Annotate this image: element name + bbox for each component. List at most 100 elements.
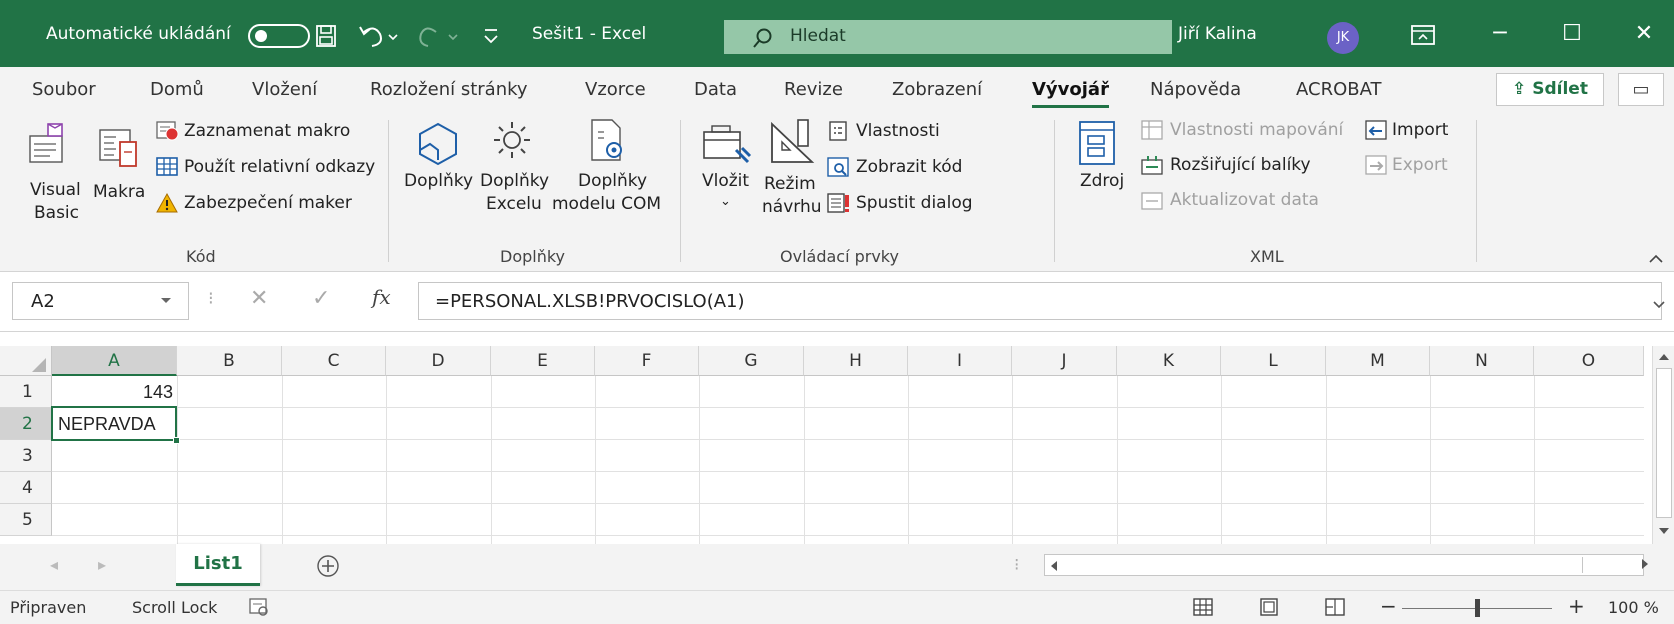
map-properties-icon [1141, 120, 1163, 140]
excel-addins-label-1[interactable]: Doplňky [480, 171, 549, 191]
record-macro-icon [156, 121, 179, 141]
scroll-down-icon[interactable] [1658, 526, 1670, 536]
name-box-dropdown-icon[interactable] [160, 296, 172, 306]
select-all-button[interactable] [0, 346, 52, 376]
zoom-slider-thumb[interactable] [1475, 599, 1480, 617]
column-header[interactable]: I [908, 346, 1012, 376]
column-header[interactable]: C [282, 346, 386, 376]
macros-button[interactable]: Makra [93, 182, 145, 202]
com-addins-label-1[interactable]: Doplňky [578, 171, 647, 191]
expand-formula-bar-icon[interactable] [1652, 300, 1666, 310]
zoom-out-button[interactable]: − [1380, 594, 1397, 618]
tab-view[interactable]: Zobrazení [892, 79, 982, 100]
row-header[interactable]: 1 [0, 376, 52, 408]
search-placeholder: Hledat [790, 26, 846, 46]
tab-developer[interactable]: Vývojář [1032, 79, 1109, 108]
column-header[interactable]: N [1430, 346, 1534, 376]
chevron-down-icon[interactable]: ⌄ [720, 194, 731, 209]
avatar[interactable]: JK [1327, 22, 1359, 54]
close-button[interactable]: ✕ [1624, 17, 1664, 51]
status-bar: Připraven Scroll Lock − + 100 % [0, 590, 1674, 624]
row-header[interactable]: 5 [0, 504, 52, 536]
customize-toolbar-icon[interactable] [482, 26, 500, 46]
com-addins-label-2[interactable]: modelu COM [552, 194, 661, 214]
properties-button[interactable]: Vlastnosti [856, 121, 940, 141]
page-break-view-icon[interactable] [1324, 597, 1346, 617]
visual-basic-label-2[interactable]: Basic [34, 203, 79, 223]
excel-addins-label-2[interactable]: Excelu [486, 194, 542, 214]
tab-help[interactable]: Nápověda [1150, 79, 1241, 100]
insert-controls-button[interactable]: Vložit [702, 171, 749, 191]
row-header[interactable]: 4 [0, 472, 52, 504]
column-header[interactable]: E [491, 346, 595, 376]
minimize-button[interactable]: ─ [1480, 17, 1520, 51]
horizontal-scrollbar[interactable] [1044, 554, 1644, 576]
next-sheet-icon[interactable]: ▸ [98, 555, 106, 574]
addins-button[interactable]: Doplňky [404, 171, 473, 191]
column-header[interactable]: B [177, 346, 282, 376]
tab-home[interactable]: Domů [150, 79, 204, 100]
cancel-icon[interactable]: ✕ [250, 286, 268, 311]
tab-review[interactable]: Revize [784, 79, 843, 100]
design-mode-label-1[interactable]: Režim [764, 174, 816, 194]
formula-input[interactable]: =PERSONAL.XLSB!PRVOCISLO(A1) [418, 282, 1662, 320]
column-header[interactable]: F [595, 346, 699, 376]
ribbon-display-options-icon[interactable] [1410, 24, 1436, 46]
tab-file[interactable]: Soubor [32, 79, 96, 100]
column-header[interactable]: A [52, 346, 177, 376]
share-button[interactable]: ⇪ Sdílet [1496, 73, 1604, 106]
zoom-level[interactable]: 100 % [1608, 598, 1659, 617]
maximize-button[interactable]: ☐ [1552, 17, 1592, 51]
sheet-tab[interactable]: List1 [176, 544, 260, 586]
design-mode-label-2[interactable]: návrhu [762, 197, 822, 217]
scroll-up-icon[interactable] [1658, 352, 1670, 362]
tab-insert[interactable]: Vložení [252, 79, 317, 100]
search-box[interactable]: Hledat [724, 20, 1172, 54]
column-header[interactable]: G [699, 346, 804, 376]
column-header[interactable]: J [1012, 346, 1117, 376]
scroll-right-icon[interactable] [1640, 558, 1650, 570]
scroll-left-icon[interactable] [1049, 560, 1059, 572]
column-header[interactable]: H [804, 346, 908, 376]
save-icon[interactable] [315, 24, 337, 48]
row-header[interactable]: 2 [0, 408, 52, 440]
fill-handle[interactable] [173, 437, 180, 444]
run-dialog-button[interactable]: Spustit dialog [856, 193, 973, 213]
cell-a1[interactable]: 143 [56, 376, 173, 408]
macro-security-button[interactable]: Zabezpečení maker [184, 193, 352, 213]
column-header[interactable]: O [1534, 346, 1644, 376]
tab-split-grip[interactable]: ⁝ [1014, 555, 1019, 575]
horizontal-scroll-thumb[interactable] [1063, 557, 1583, 573]
expansion-packs-button[interactable]: Rozšiřující balíky [1170, 155, 1311, 175]
column-header[interactable]: D [386, 346, 491, 376]
page-layout-view-icon[interactable] [1258, 597, 1280, 617]
column-header[interactable]: L [1221, 346, 1326, 376]
tab-acrobat[interactable]: ACROBAT [1296, 79, 1382, 100]
tab-page-layout[interactable]: Rozložení stránky [370, 79, 528, 100]
zoom-in-button[interactable]: + [1568, 594, 1585, 618]
enter-icon[interactable]: ✓ [312, 286, 330, 311]
vertical-scrollbar[interactable] [1652, 346, 1674, 544]
insert-function-icon[interactable]: fx [372, 285, 391, 309]
tab-data[interactable]: Data [694, 79, 737, 100]
column-header[interactable]: K [1117, 346, 1221, 376]
xml-source-button[interactable]: Zdroj [1080, 171, 1124, 191]
autosave-toggle[interactable] [248, 24, 310, 48]
macro-recording-icon[interactable] [248, 597, 270, 617]
collapse-ribbon-icon[interactable] [1648, 252, 1664, 264]
vertical-scroll-thumb[interactable] [1656, 368, 1672, 518]
user-name[interactable]: Jiří Kalina [1178, 24, 1257, 44]
comments-button[interactable]: ▭ [1618, 73, 1664, 106]
column-header[interactable]: M [1326, 346, 1430, 376]
import-button[interactable]: Import [1392, 120, 1448, 140]
tab-formulas[interactable]: Vzorce [585, 79, 646, 100]
record-macro-button[interactable]: Zaznamenat makro [184, 121, 350, 141]
row-header[interactable]: 3 [0, 440, 52, 472]
relative-references-button[interactable]: Použít relativní odkazy [184, 157, 375, 177]
normal-view-icon[interactable] [1192, 597, 1214, 617]
visual-basic-label-1[interactable]: Visual [30, 180, 81, 200]
prev-sheet-icon[interactable]: ◂ [50, 555, 58, 574]
view-code-button[interactable]: Zobrazit kód [856, 157, 962, 177]
add-sheet-icon[interactable] [316, 554, 340, 578]
undo-icon[interactable] [358, 24, 398, 48]
